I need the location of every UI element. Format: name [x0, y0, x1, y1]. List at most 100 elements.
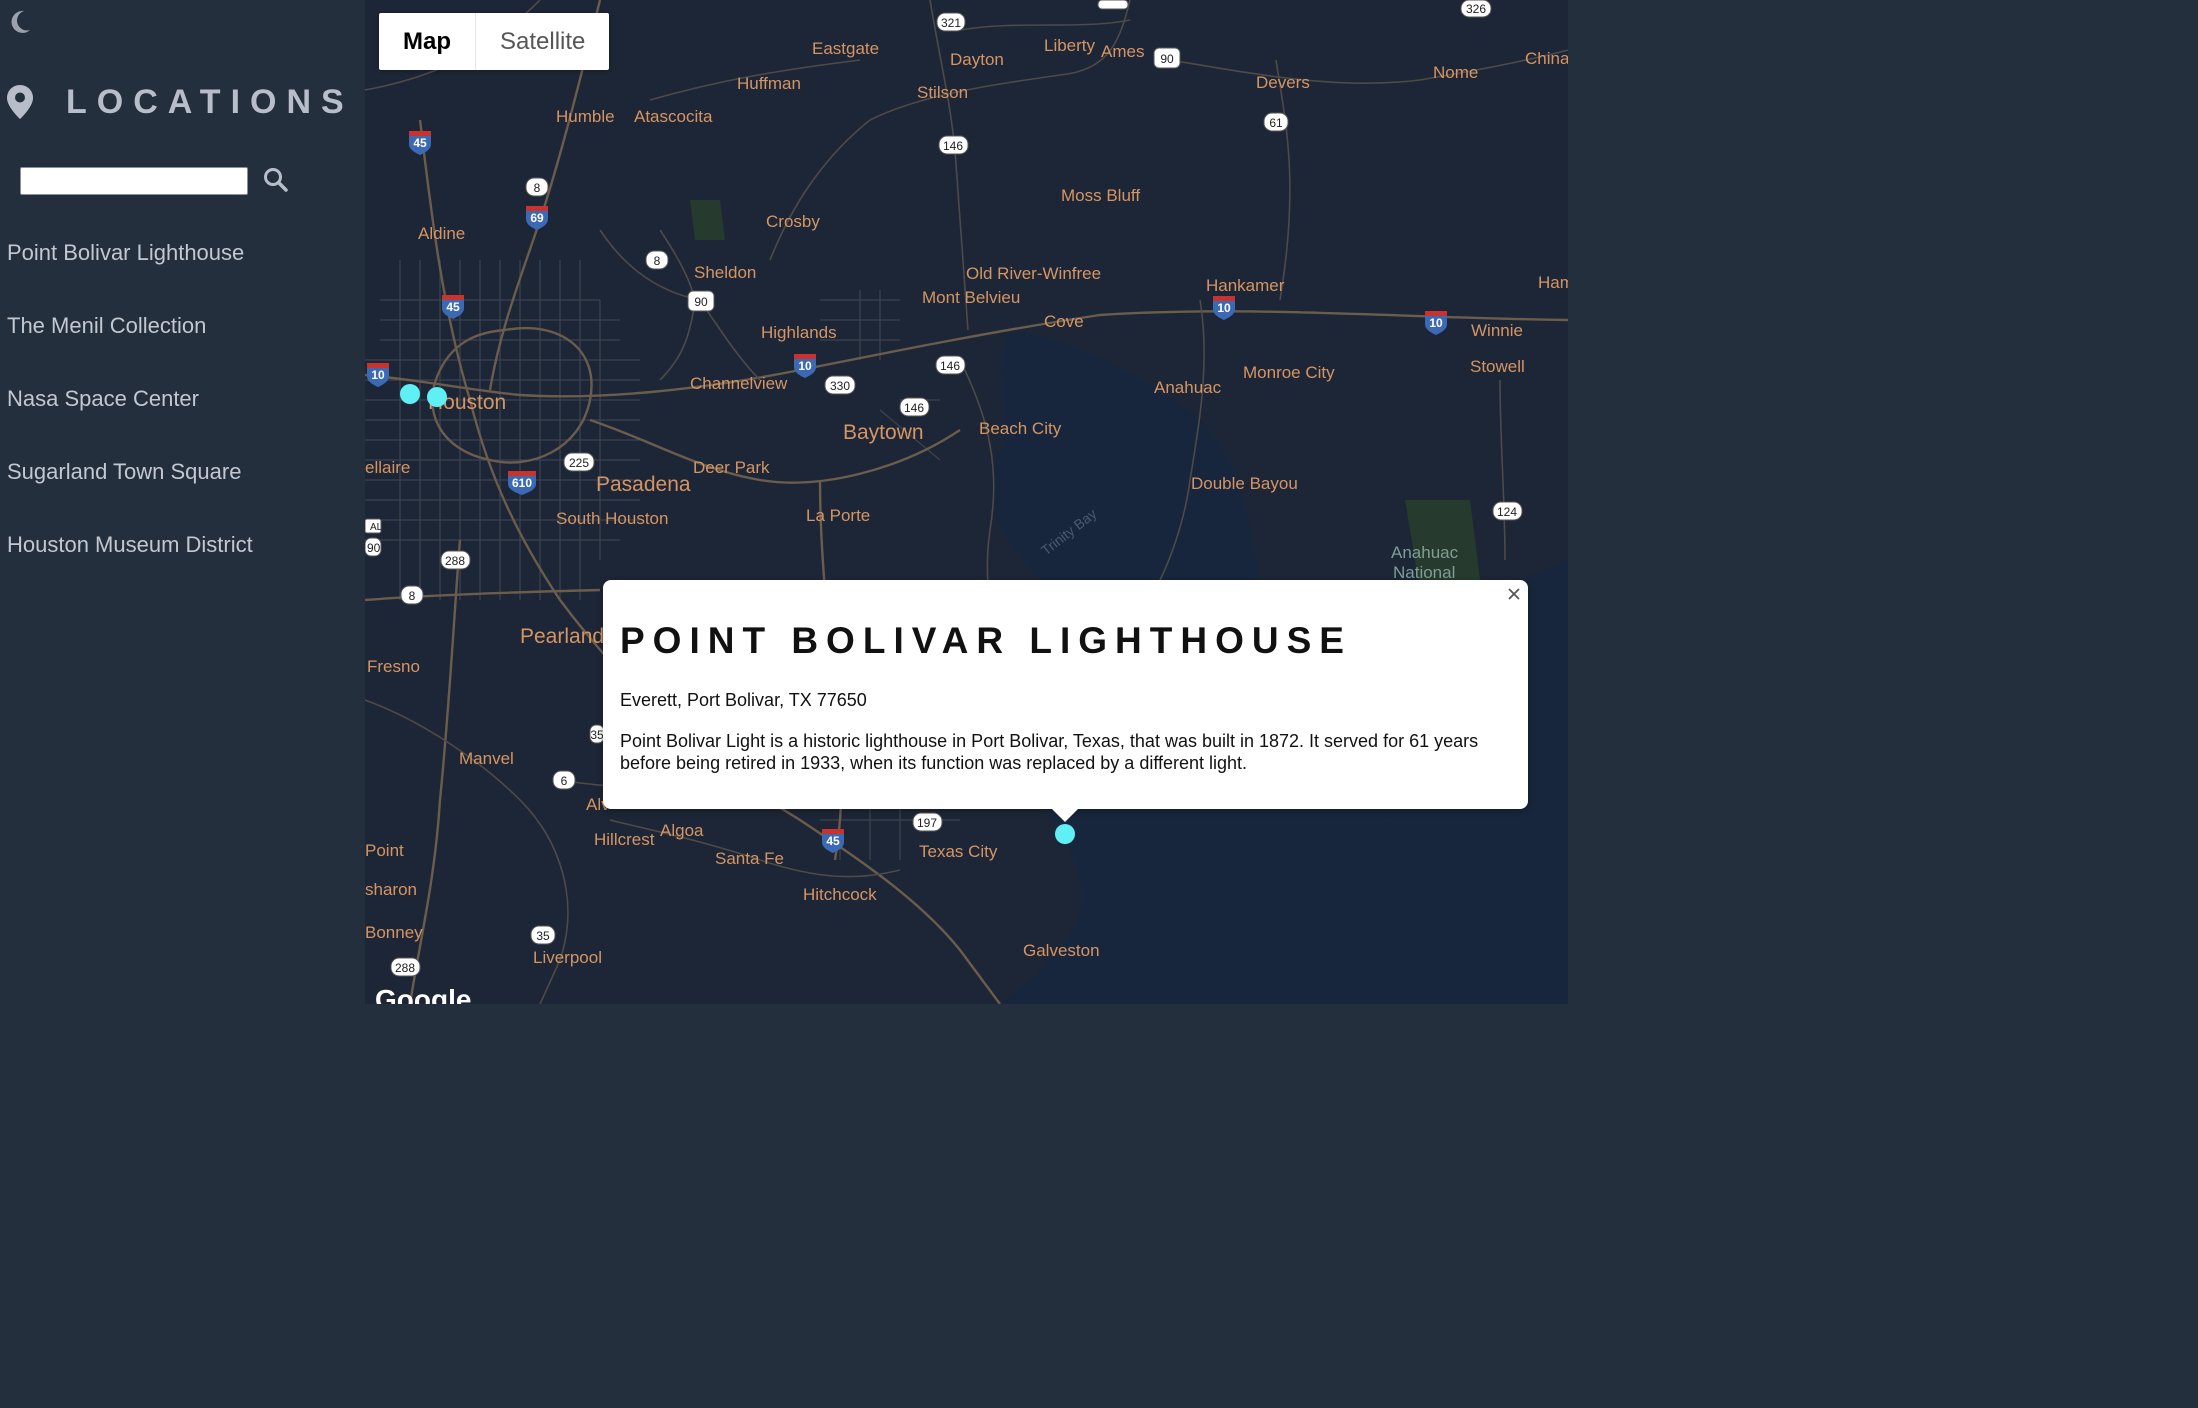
map-marker[interactable]: [427, 387, 447, 407]
location-item[interactable]: The Menil Collection: [7, 309, 253, 382]
route-shield: 146: [935, 355, 966, 375]
place-label: sharon: [365, 880, 417, 899]
location-item[interactable]: Nasa Space Center: [7, 382, 253, 455]
svg-text:10: 10: [1217, 301, 1231, 315]
location-list: Point Bolivar Lighthouse The Menil Colle…: [7, 236, 253, 601]
route-shield: 326: [1460, 0, 1492, 18]
info-window-description: Point Bolivar Light is a historic lighth…: [620, 731, 1479, 773]
map-pin-icon: [7, 85, 33, 119]
location-item[interactable]: Point Bolivar Lighthouse: [7, 236, 253, 309]
svg-text:10: 10: [1429, 316, 1443, 330]
place-label: Pasadena: [596, 473, 691, 496]
route-shield: 61: [1263, 112, 1289, 132]
place-label: Cove: [1044, 312, 1084, 331]
route-shield: 146: [899, 397, 930, 417]
svg-text:90: 90: [694, 295, 708, 309]
svg-text:146: 146: [904, 401, 924, 415]
svg-text:288: 288: [445, 554, 465, 568]
place-label: La Porte: [806, 506, 870, 525]
place-label: Anahuac: [1391, 543, 1459, 562]
svg-text:69: 69: [530, 211, 544, 225]
map-canvas[interactable]: Eastgate Dayton Liberty Ames Devers Nome…: [365, 0, 1568, 1004]
place-label: Atascocita: [634, 107, 713, 126]
svg-text:ALT: ALT: [370, 522, 388, 533]
svg-text:61: 61: [1269, 116, 1283, 130]
location-item[interactable]: Sugarland Town Square: [7, 455, 253, 528]
route-shield: [1097, 0, 1129, 10]
map-type-control: Map Satellite: [379, 13, 610, 70]
svg-text:45: 45: [446, 300, 460, 314]
place-label: Hankamer: [1206, 276, 1285, 295]
info-window-address: Everett, Port Bolivar, TX 77650: [620, 690, 867, 710]
map[interactable]: Eastgate Dayton Liberty Ames Devers Nome…: [365, 0, 1568, 1004]
svg-text:321: 321: [941, 16, 961, 30]
google-attribution[interactable]: Google: [375, 984, 471, 1004]
place-label: Crosby: [766, 212, 820, 231]
moon-icon[interactable]: [6, 8, 32, 36]
place-label: Beach City: [979, 419, 1062, 438]
route-shield: 124: [1492, 501, 1523, 521]
place-label: Baytown: [843, 421, 924, 444]
place-label: Highlands: [761, 323, 837, 342]
route-shield: 288: [390, 957, 421, 977]
interstate-shield: 10: [794, 354, 816, 378]
place-label: Fresno: [367, 657, 420, 676]
route-shield: 330: [824, 375, 856, 395]
svg-text:6: 6: [561, 774, 568, 788]
svg-text:197: 197: [917, 816, 937, 830]
route-shield: 288: [440, 550, 471, 570]
info-window-title: POINT BOLIVAR LIGHTHOUSE: [620, 620, 1352, 661]
svg-text:45: 45: [413, 136, 427, 150]
info-window-tail: [1051, 808, 1079, 822]
svg-text:45: 45: [826, 834, 840, 848]
place-label: Anahuac: [1154, 378, 1222, 397]
svg-text:146: 146: [940, 359, 960, 373]
route-shield: 35: [589, 724, 605, 744]
place-label: Devers: [1256, 73, 1310, 92]
place-label: Monroe City: [1243, 363, 1335, 382]
place-label: Santa Fe: [715, 849, 784, 868]
place-label: Channelview: [690, 374, 788, 393]
interstate-shield: 45: [409, 131, 431, 155]
place-label: Dayton: [950, 50, 1004, 69]
interstate-shield: 45: [442, 295, 464, 319]
svg-text:8: 8: [534, 181, 541, 195]
search-icon[interactable]: [262, 166, 290, 194]
sidebar-header: LOCATIONS: [6, 80, 354, 124]
map-type-map-button[interactable]: Map: [379, 13, 476, 70]
map-marker[interactable]: [1055, 824, 1075, 844]
sidebar-title: LOCATIONS: [66, 82, 354, 121]
svg-text:146: 146: [943, 139, 963, 153]
svg-text:288: 288: [395, 961, 415, 975]
interstate-shield: 69: [526, 206, 548, 230]
svg-text:8: 8: [409, 589, 416, 603]
place-label: Liverpool: [533, 948, 602, 967]
svg-text:326: 326: [1466, 2, 1486, 16]
map-type-satellite-button[interactable]: Satellite: [476, 13, 609, 70]
place-label: South Houston: [556, 509, 668, 528]
map-marker[interactable]: [400, 384, 420, 404]
place-label: Pearland: [520, 625, 604, 648]
place-label: Winnie: [1471, 321, 1523, 340]
place-label: ellaire: [365, 458, 410, 477]
route-shield: 197: [912, 812, 943, 832]
route-shield: 6: [552, 770, 576, 790]
place-label: Stilson: [917, 83, 968, 102]
place-label: Bonney: [365, 923, 423, 942]
svg-text:35: 35: [536, 929, 550, 943]
svg-text:8: 8: [654, 254, 661, 268]
route-shield: 8: [525, 177, 549, 197]
route-shield: 90: [365, 537, 382, 557]
close-icon[interactable]: [1506, 586, 1522, 602]
place-label: Double Bayou: [1191, 474, 1298, 493]
route-shield: ALT: [365, 518, 388, 534]
svg-text:35: 35: [590, 728, 604, 742]
place-label: Algoa: [660, 821, 704, 840]
svg-text:10: 10: [371, 368, 385, 382]
location-item[interactable]: Houston Museum District: [7, 528, 253, 601]
place-label: Sheldon: [694, 263, 756, 282]
place-label: Texas City: [919, 842, 998, 861]
search-input[interactable]: [20, 167, 248, 195]
route-shield: 8: [645, 250, 669, 270]
route-shield: 146: [938, 135, 969, 155]
